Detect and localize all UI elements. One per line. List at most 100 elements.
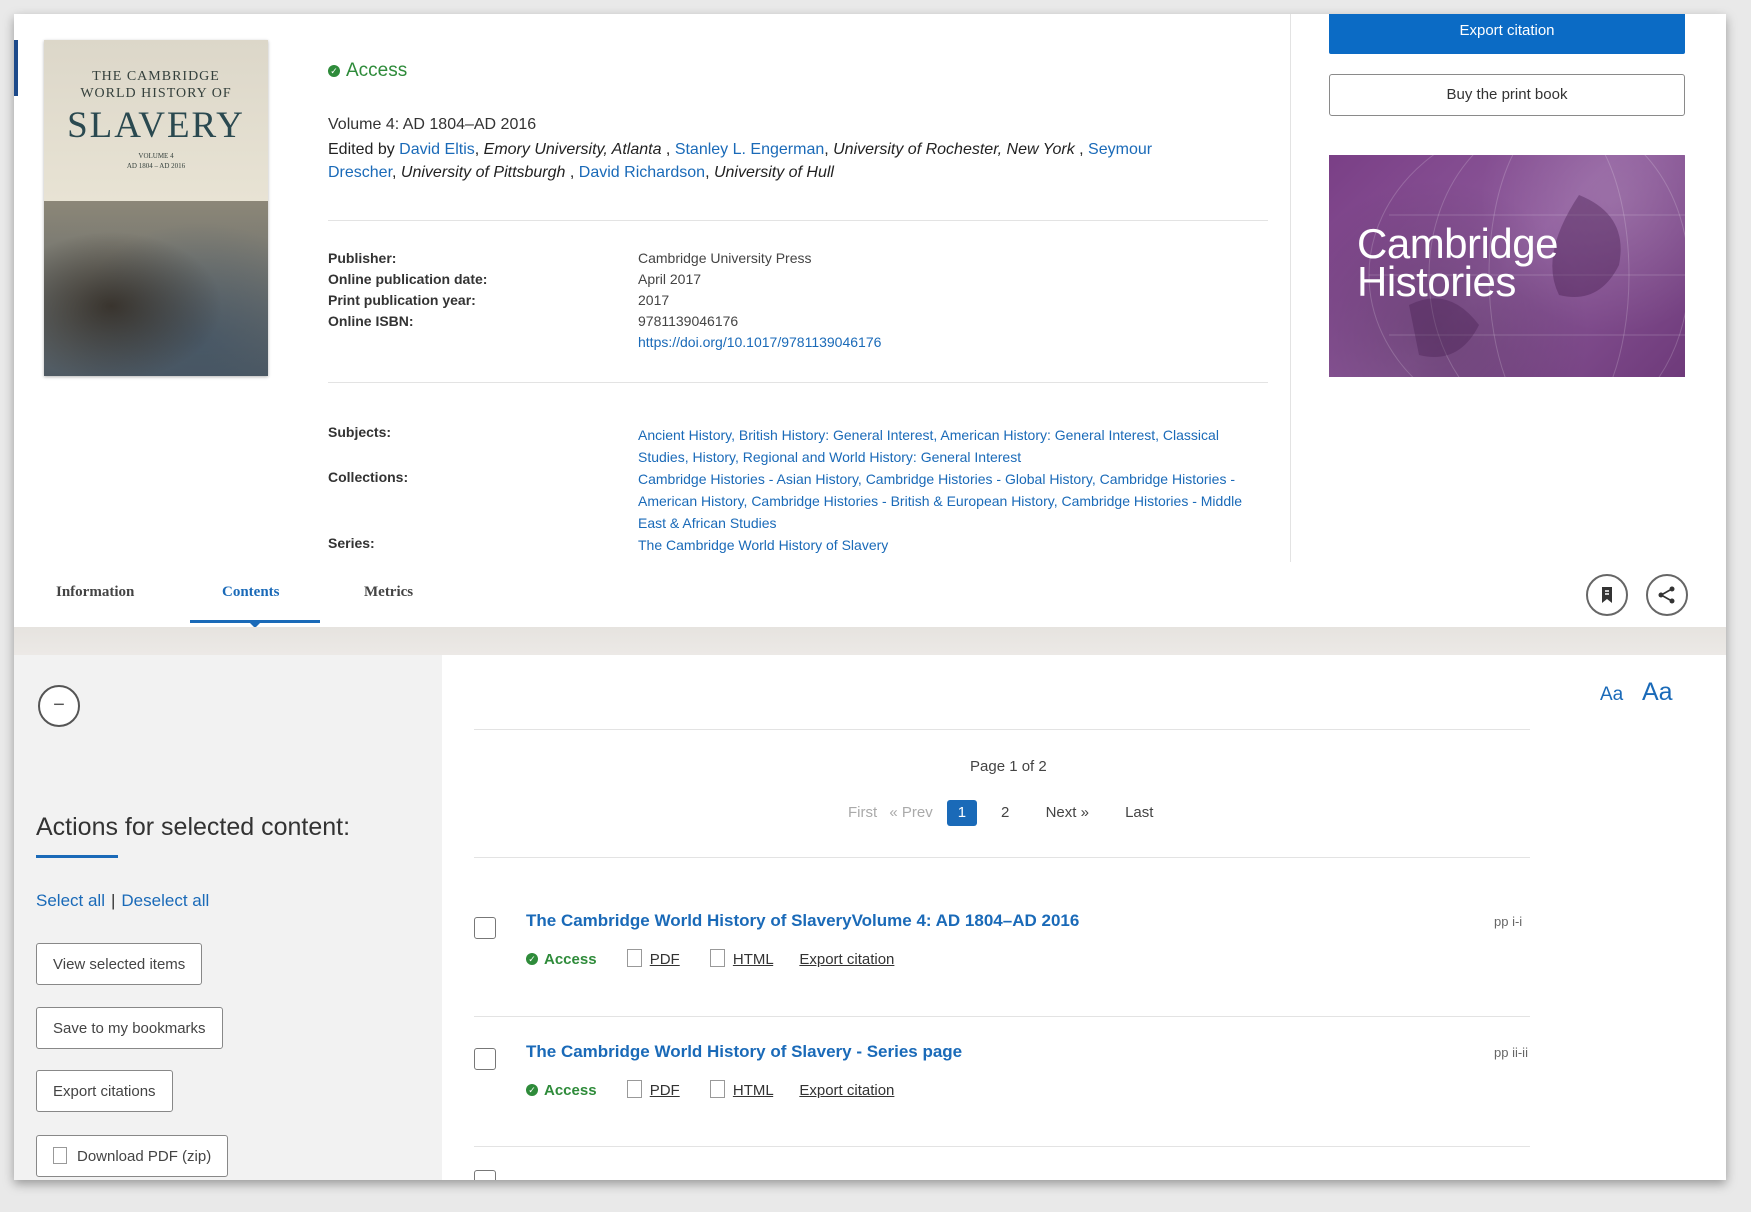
item-checkbox[interactable] xyxy=(474,1170,496,1180)
book-page: THE CAMBRIDGE WORLD HISTORY OF SLAVERY VO… xyxy=(14,14,1726,1180)
tab-information[interactable]: Information xyxy=(56,584,134,601)
editors-line: Edited by David Eltis, Emory University,… xyxy=(328,141,1153,181)
cover-line-1: THE CAMBRIDGE xyxy=(92,69,220,84)
share-icon[interactable] xyxy=(1646,574,1688,616)
editor-affiliation: University of Hull xyxy=(713,164,834,181)
bookmark-icon[interactable] xyxy=(1586,574,1628,616)
actions-sidebar: − Actions for selected content: Select a… xyxy=(14,655,442,1180)
collapse-icon[interactable]: − xyxy=(38,685,80,727)
isbn-value: 9781139046176 xyxy=(638,313,739,329)
save-bookmarks-button[interactable]: Save to my bookmarks xyxy=(36,1007,223,1049)
divider xyxy=(474,729,1530,730)
export-citation-link[interactable]: Export citation xyxy=(799,1082,894,1099)
doi-link[interactable]: https://doi.org/10.1017/9781139046176 xyxy=(638,334,881,350)
cover-line-2: WORLD HISTORY OF xyxy=(80,86,232,101)
access-label: Access xyxy=(544,951,597,968)
print-year-label: Print publication year: xyxy=(328,292,476,308)
divider xyxy=(328,382,1268,383)
publisher-value: Cambridge University Press xyxy=(638,250,812,266)
pdf-file-icon xyxy=(626,949,642,967)
selection-links: Select all | Deselect all xyxy=(36,891,209,911)
tab-contents[interactable]: Contents xyxy=(222,584,280,601)
deselect-all-link[interactable]: Deselect all xyxy=(121,891,209,910)
editor-link[interactable]: David Eltis xyxy=(399,141,475,158)
series-label: Series: xyxy=(328,535,375,551)
access-label: Access xyxy=(544,1082,597,1099)
html-link[interactable]: HTML xyxy=(733,951,773,968)
pager-first: First xyxy=(848,804,878,821)
editor-link[interactable]: Stanley L. Engerman xyxy=(675,141,824,158)
pagination: First « Prev 1 2 Next » Last xyxy=(848,800,1153,826)
font-size-small-button[interactable]: Aa xyxy=(1600,684,1623,706)
divider xyxy=(474,1016,1530,1017)
download-pdf-button[interactable]: Download PDF (zip) xyxy=(36,1135,229,1177)
actions-title: Actions for selected content: xyxy=(36,813,351,841)
check-icon: ✓ xyxy=(526,1084,538,1096)
pager-next[interactable]: Next » xyxy=(1046,804,1089,821)
separator: | xyxy=(110,891,116,910)
print-year-value: 2017 xyxy=(638,292,670,308)
view-selected-button[interactable]: View selected items xyxy=(36,943,203,985)
content-item-title[interactable]: The Cambridge World History of Slavery -… xyxy=(526,1042,962,1062)
section-separator xyxy=(14,627,1726,655)
access-label: Access xyxy=(346,60,408,81)
collections-label: Collections: xyxy=(328,469,409,485)
export-citations-button[interactable]: Export citations xyxy=(36,1070,173,1112)
pdf-link[interactable]: PDF xyxy=(650,951,680,968)
html-file-icon xyxy=(709,1080,725,1098)
publisher-label: Publisher: xyxy=(328,250,397,266)
online-date-value: April 2017 xyxy=(638,271,702,287)
subjects-label: Subjects: xyxy=(328,424,392,440)
content-item-links: ✓ Access PDF HTML Export citation xyxy=(526,949,894,968)
isbn-label: Online ISBN: xyxy=(328,313,414,329)
subjects-links[interactable]: Ancient History, British History: Genera… xyxy=(638,424,1248,468)
editor-affiliation: Emory University, Atlanta xyxy=(483,141,662,158)
export-citation-button[interactable]: Export citation xyxy=(1329,14,1685,54)
cover-illustration xyxy=(44,201,268,376)
pdf-link[interactable]: PDF xyxy=(650,1082,680,1099)
volume-title: Volume 4: AD 1804–AD 2016 xyxy=(328,116,537,133)
pager-last[interactable]: Last xyxy=(1125,804,1153,821)
edited-by-label: Edited by xyxy=(328,141,395,158)
item-checkbox[interactable] xyxy=(474,917,496,939)
cover-dates: AD 1804 – AD 2016 xyxy=(126,162,186,170)
cover-title: SLAVERY xyxy=(67,105,245,146)
page-info: Page 1 of 2 xyxy=(970,758,1047,775)
book-cover[interactable]: THE CAMBRIDGE WORLD HISTORY OF SLAVERY VO… xyxy=(44,40,268,376)
online-date-label: Online publication date: xyxy=(328,271,488,287)
left-accent-bar xyxy=(14,40,18,96)
font-size-large-button[interactable]: Aa xyxy=(1642,678,1673,707)
tab-metrics[interactable]: Metrics xyxy=(364,584,413,601)
cover-volume: VOLUME 4 xyxy=(138,152,174,160)
vertical-divider xyxy=(1290,14,1291,562)
divider xyxy=(474,1146,1530,1147)
access-badge: ✓ Access xyxy=(328,60,407,82)
download-pdf-label: Download PDF (zip) xyxy=(77,1148,212,1165)
divider xyxy=(474,857,1530,858)
editor-affiliation: University of Rochester, New York xyxy=(833,141,1075,158)
check-icon: ✓ xyxy=(526,953,538,965)
content-item-links: ✓ Access PDF HTML Export citation xyxy=(526,1080,894,1099)
item-checkbox[interactable] xyxy=(474,1048,496,1070)
export-citation-link[interactable]: Export citation xyxy=(799,951,894,968)
banner-line-2: Histories xyxy=(1357,258,1516,305)
collections-links[interactable]: Cambridge Histories - Asian History, Cam… xyxy=(638,468,1248,534)
pager-current[interactable]: 1 xyxy=(946,800,977,826)
title-underline xyxy=(36,855,118,858)
pager-page-2[interactable]: 2 xyxy=(1001,804,1009,821)
series-link[interactable]: The Cambridge World History of Slavery xyxy=(638,534,1248,556)
html-file-icon xyxy=(709,949,725,967)
html-link[interactable]: HTML xyxy=(733,1082,773,1099)
editor-link[interactable]: David Richardson xyxy=(579,164,705,181)
content-item-title[interactable]: The Cambridge World History of SlaveryVo… xyxy=(526,911,1079,931)
divider xyxy=(328,220,1268,221)
buy-print-book-button[interactable]: Buy the print book xyxy=(1329,74,1685,116)
page-range: pp i-i xyxy=(1494,914,1523,929)
subjects-collections-series: Ancient History, British History: Genera… xyxy=(638,424,1248,556)
page-range: pp ii-ii xyxy=(1494,1045,1528,1060)
tab-bar: Information Contents Metrics xyxy=(14,562,1726,628)
select-all-link[interactable]: Select all xyxy=(36,891,105,910)
pager-prev: « Prev xyxy=(889,804,933,821)
editor-affiliation: University of Pittsburgh xyxy=(400,164,566,181)
cambridge-histories-banner[interactable]: Cambridge Histories xyxy=(1329,155,1685,377)
